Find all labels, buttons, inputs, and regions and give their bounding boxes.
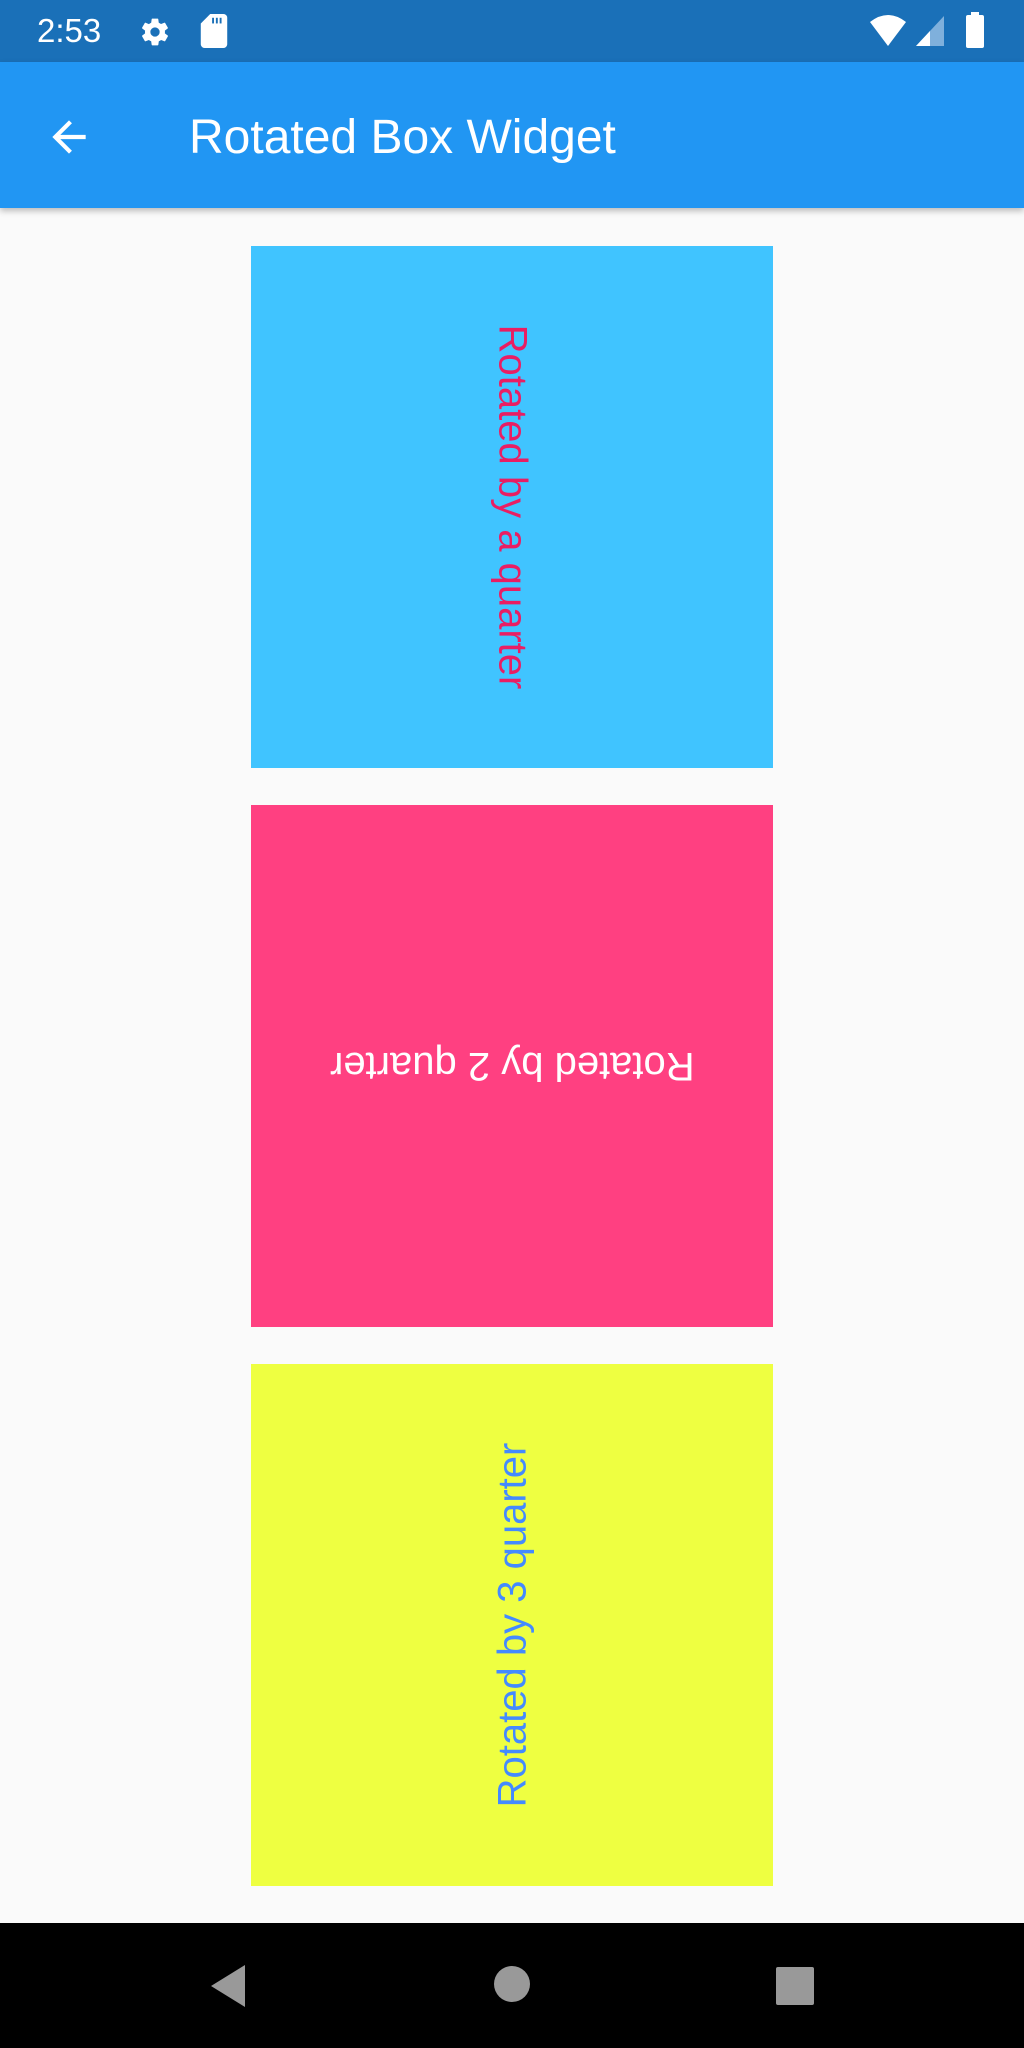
gear-icon [142, 18, 168, 46]
rotated-box-label: Rotated by 2 quarter [329, 1044, 695, 1088]
rotated-box-label: Rotated by a quarter [489, 324, 534, 690]
signal-icon [916, 16, 944, 46]
nav-back-icon[interactable] [208, 1965, 248, 2007]
rotated-box-two-quarters: Rotated by 2 quarter [251, 805, 773, 1327]
wifi-icon [870, 15, 906, 46]
arrow-back-icon[interactable] [44, 112, 94, 162]
navigation-bar [0, 1923, 1024, 2048]
battery-icon [966, 12, 984, 48]
rotated-box-quarter: Rotated by a quarter [251, 246, 773, 768]
sd-card-icon [200, 14, 228, 48]
rotated-box-three-quarters: Rotated by 3 quarter [251, 1364, 773, 1886]
page-title: Rotated Box Widget [189, 111, 616, 164]
rotated-box-label: Rotated by 3 quarter [489, 1442, 534, 1808]
nav-home-icon[interactable] [493, 1965, 531, 2003]
nav-recents-icon[interactable] [776, 1967, 814, 2005]
status-time: 2:53 [37, 12, 102, 49]
status-bar: 2:53 [0, 0, 1024, 62]
app-bar: Rotated Box Widget [0, 62, 1024, 208]
